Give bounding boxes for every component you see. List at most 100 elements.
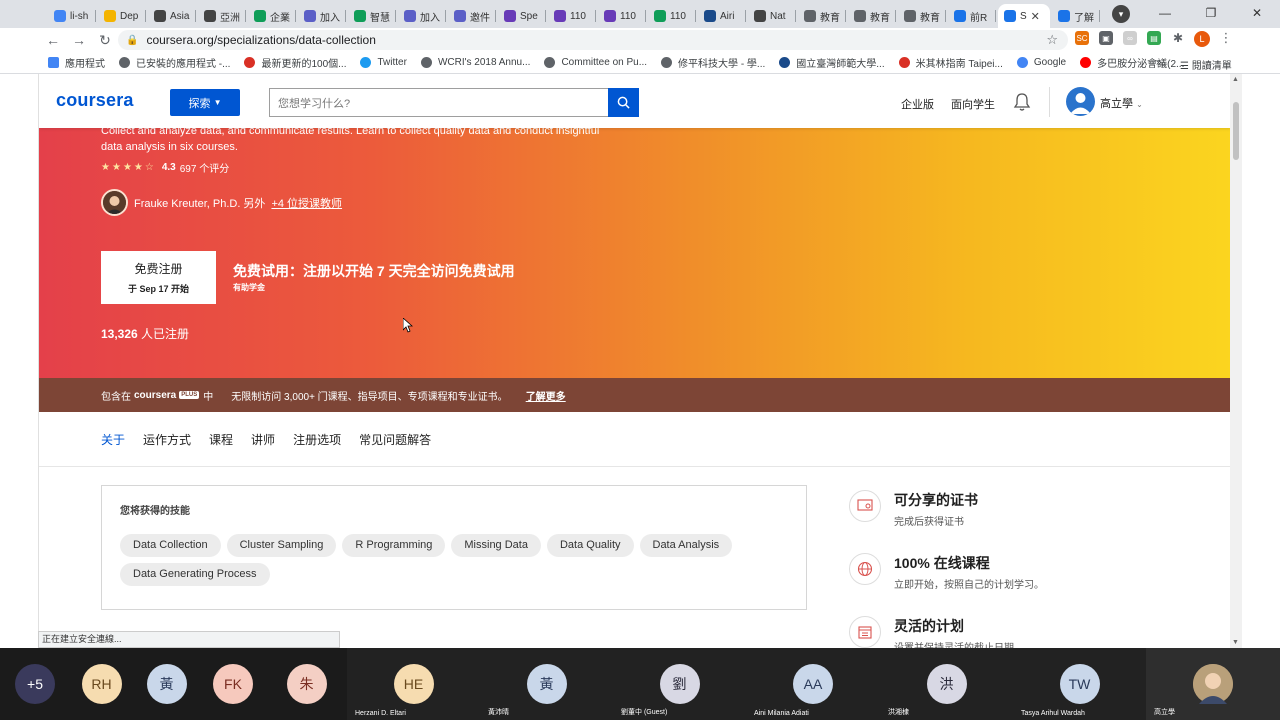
minimize-icon[interactable]: —	[1142, 0, 1188, 26]
participant-tile[interactable]: FK	[200, 648, 266, 720]
students-link[interactable]: 面向学生	[951, 96, 995, 112]
bookmark-item[interactable]: 多巴胺分泌會議(2...	[1080, 55, 1184, 70]
browser-tab[interactable]: 亞洲	[198, 4, 246, 28]
enroll-button[interactable]: 免费注册 于 Sep 17 开始	[101, 251, 216, 304]
participant-tile[interactable]: AA Aini Milania Adiati	[746, 648, 880, 720]
skill-chip[interactable]: Cluster Sampling	[226, 534, 337, 557]
close-tab-icon[interactable]: ✕	[1031, 10, 1040, 23]
restore-icon[interactable]: ❐	[1188, 0, 1234, 26]
extension-icon[interactable]: ▤	[1147, 31, 1161, 45]
bookmark-item[interactable]: WCRI's 2018 Annu...	[420, 57, 530, 68]
search-button[interactable]	[608, 88, 639, 117]
page-tab[interactable]: 课程	[209, 431, 233, 448]
extension-icon[interactable]: ▣	[1099, 31, 1113, 45]
browser-tab[interactable]: 邀件	[448, 4, 496, 28]
browser-tab[interactable]: Asia	[148, 4, 196, 28]
user-menu[interactable]: 高立學 ⌄	[1100, 95, 1143, 111]
enterprise-link[interactable]: 企业版	[901, 96, 934, 112]
financial-aid-link[interactable]: 有助学金	[233, 282, 265, 293]
browser-tab[interactable]: 企業	[248, 4, 296, 28]
bookmark-item[interactable]: 國立臺灣師範大學...	[779, 55, 885, 70]
address-bar[interactable]: 🔒 coursera.org/specializations/data-coll…	[118, 30, 1068, 50]
browser-tab[interactable]: 加入	[298, 4, 346, 28]
browser-tab[interactable]: 教育	[798, 4, 846, 28]
bookmark-item[interactable]: 米其林指南 Taipei...	[898, 55, 1003, 70]
participant-tile[interactable]: 朱	[266, 648, 347, 720]
scroll-down-icon[interactable]: ▼	[1232, 639, 1239, 646]
bookmark-item[interactable]: 已安裝的應用程式 -...	[119, 55, 230, 70]
tab-separator	[295, 10, 296, 22]
participant-tile[interactable]: TW Tasya Arihul Wardah	[1013, 648, 1146, 720]
more-instructors-link[interactable]: +4 位授课教师	[271, 195, 342, 211]
tab-search-icon[interactable]: ▾	[1112, 5, 1130, 23]
browser-tab[interactable]: 110	[648, 4, 696, 28]
close-window-icon[interactable]: ✕	[1234, 0, 1280, 26]
browser-tab[interactable]: li-sh	[48, 4, 96, 28]
skill-chip[interactable]: Data Analysis	[639, 534, 733, 557]
participant-tile[interactable]: RH	[70, 648, 133, 720]
forward-icon[interactable]: →	[66, 32, 92, 48]
bookmark-item[interactable]: 應用程式	[48, 55, 105, 70]
reading-list[interactable]: ☰ 閱讀清單	[1180, 57, 1232, 72]
extension-icon[interactable]: ∞	[1123, 31, 1137, 45]
page-tab[interactable]: 注册选项	[293, 431, 341, 448]
skill-chip[interactable]: Missing Data	[451, 534, 541, 557]
participant-tile[interactable]: 黃	[133, 648, 200, 720]
skill-chip[interactable]: Data Collection	[120, 534, 221, 557]
user-avatar[interactable]	[1066, 87, 1095, 116]
bell-icon[interactable]	[1013, 92, 1031, 112]
bookmark-item[interactable]: Twitter	[360, 57, 407, 68]
puzzle-icon[interactable]: ✱	[1171, 31, 1185, 45]
bookmark-item[interactable]: 修平科技大學 - 學...	[661, 55, 765, 70]
browser-tab[interactable]: Nat	[748, 4, 796, 28]
browser-tab[interactable]: S ✕	[998, 4, 1050, 28]
browser-tab[interactable]: 110	[598, 4, 646, 28]
enrolled-suffix: 人已注册	[141, 327, 190, 341]
browser-tab-label: 加入	[320, 12, 340, 24]
scrollbar-thumb[interactable]	[1233, 102, 1239, 160]
skill-chip[interactable]: Data Quality	[546, 534, 634, 557]
browser-tab[interactable]: 教育	[848, 4, 896, 28]
coursera-logo[interactable]: coursera	[56, 90, 134, 111]
more-bookmarks-icon[interactable]: »	[1156, 57, 1162, 68]
browser-tab[interactable]: Spe	[498, 4, 546, 28]
profile-avatar[interactable]: L	[1194, 31, 1210, 47]
video-call-strip: +5 RH 黃 FK 朱 HE Herzani D. Eltari 黃黃沛晴劉劉董中 (Gue…	[0, 648, 1280, 720]
bookmark-item[interactable]: Committee on Pu...	[544, 57, 647, 68]
scroll-up-icon[interactable]: ▲	[1232, 76, 1239, 83]
participant-tile[interactable]: 劉劉董中 (Guest)	[613, 648, 746, 720]
browser-tab[interactable]: 前R	[948, 4, 996, 28]
page-tab[interactable]: 常见问题解答	[359, 431, 431, 448]
browser-tab[interactable]: 加入	[398, 4, 446, 28]
kebab-menu-icon[interactable]: ⋮	[1219, 30, 1233, 45]
browser-tab[interactable]: 教育	[898, 4, 946, 28]
explore-button[interactable]: 探索 ▼	[170, 89, 240, 116]
browser-tab[interactable]: 了解	[1052, 4, 1100, 28]
participant-tile[interactable]: +5	[0, 648, 70, 720]
search-input[interactable]: 您想学习什么?	[269, 88, 609, 117]
browser-tab-label: Nat	[770, 10, 786, 22]
bookmark-item[interactable]: 最新更新的100個...	[244, 55, 346, 70]
skill-chip[interactable]: Data Generating Process	[120, 563, 270, 586]
browser-tab[interactable]: 智慧	[348, 4, 396, 28]
browser-tab[interactable]: Airi	[698, 4, 746, 28]
status-bar: 正在建立安全連線...	[38, 631, 340, 648]
bookmark-item[interactable]: Google	[1016, 57, 1066, 68]
participant-tile[interactable]: 高立學	[1146, 648, 1280, 720]
browser-tab-label: 企業	[270, 12, 290, 24]
learn-more-link[interactable]: 了解更多	[526, 388, 566, 403]
bookmark-star-icon[interactable]: ☆	[1046, 32, 1058, 48]
participant-tile[interactable]: 黃黃沛晴	[480, 648, 613, 720]
browser-tab[interactable]: Dep	[98, 4, 146, 28]
skill-chip[interactable]: R Programming	[342, 534, 446, 557]
page-tab[interactable]: 关于	[101, 431, 125, 448]
browser-tab[interactable]: 110	[548, 4, 596, 28]
page-scrollbar[interactable]: ▲ ▼	[1230, 74, 1242, 648]
extension-sc-icon[interactable]: SC	[1075, 31, 1089, 45]
participant-tile[interactable]: HE Herzani D. Eltari	[347, 648, 480, 720]
reload-icon[interactable]: ↻	[92, 32, 118, 49]
participant-tile[interactable]: 洪洪湘棣	[880, 648, 1013, 720]
back-icon[interactable]: ←	[40, 32, 66, 48]
page-tab[interactable]: 讲师	[251, 431, 275, 448]
page-tab[interactable]: 运作方式	[143, 431, 191, 448]
